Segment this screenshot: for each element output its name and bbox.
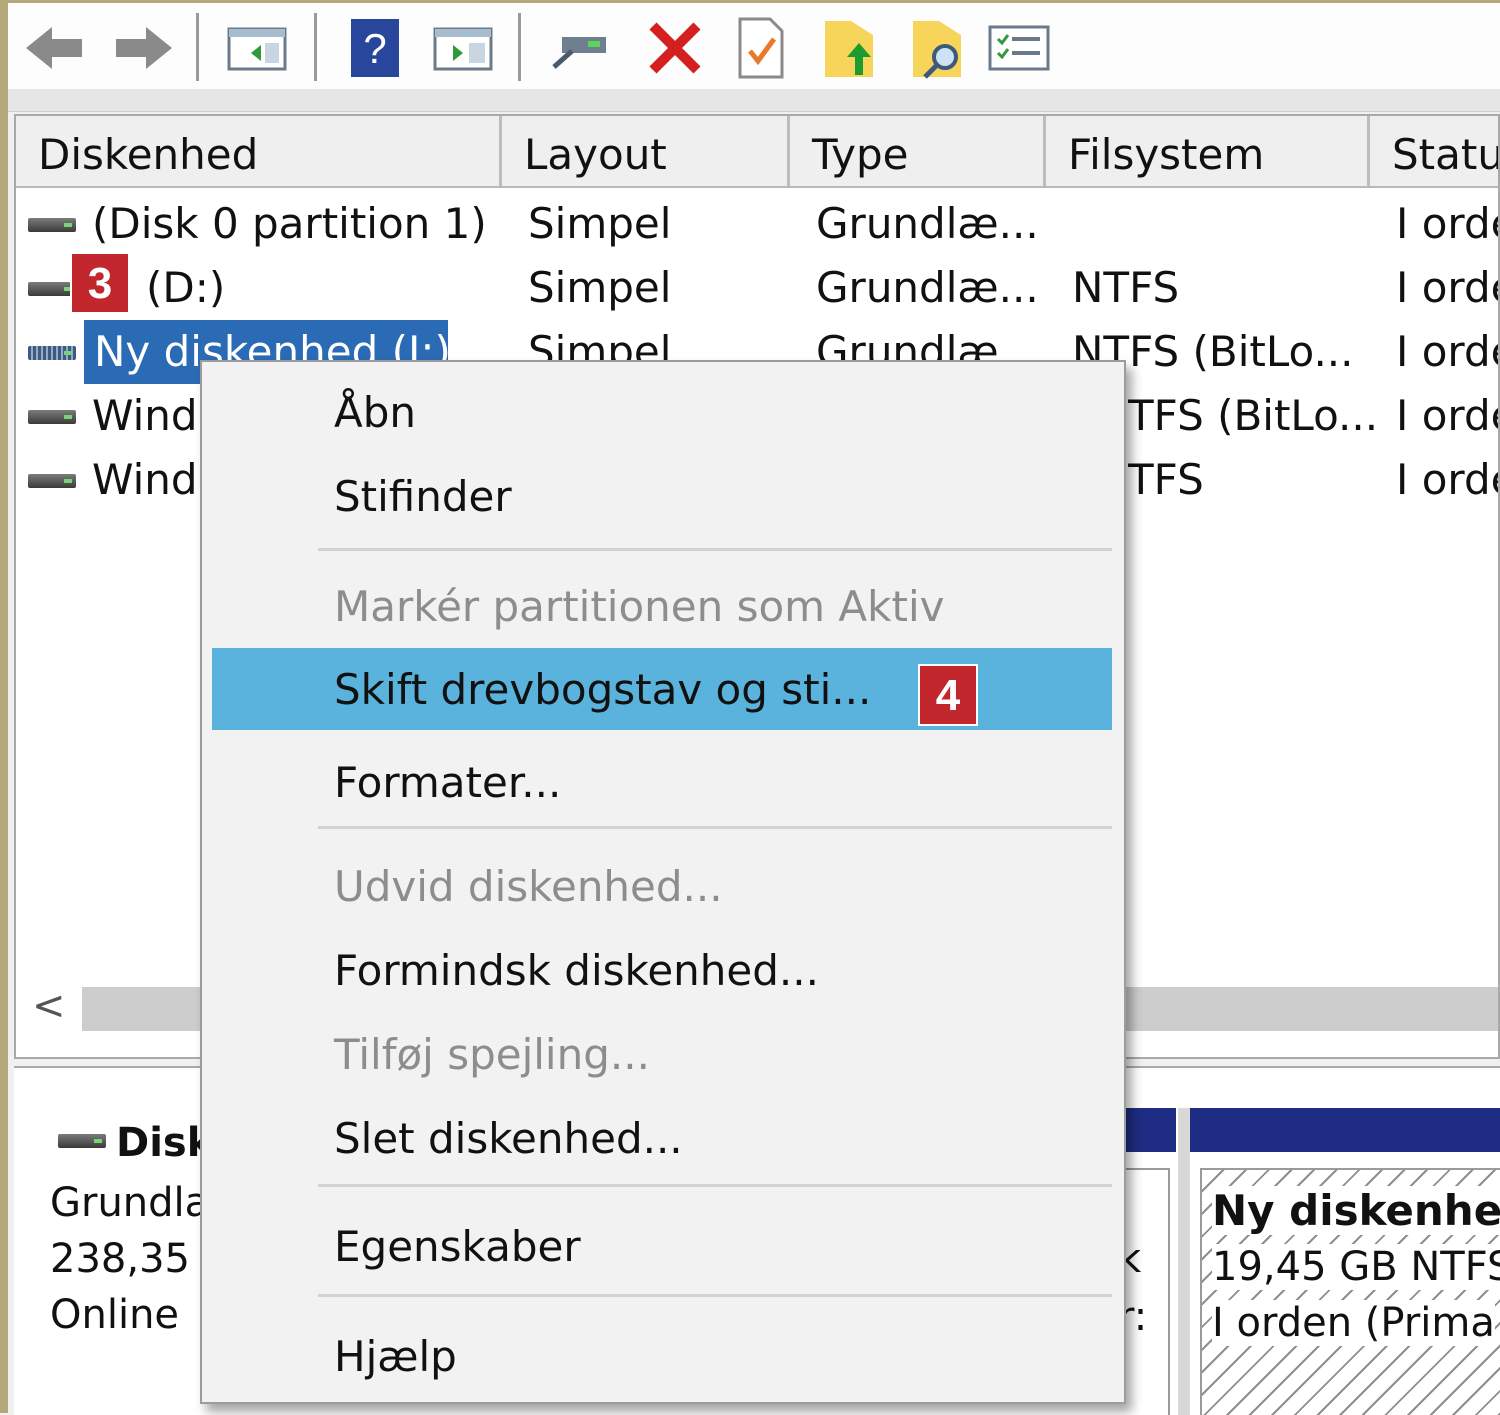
menu-item-properties[interactable]: Egenskaber (212, 1196, 1112, 1278)
disk-type: Grundla (50, 1180, 210, 1226)
disk-drive-icon (28, 410, 76, 424)
column-header-layout[interactable]: Layout (502, 116, 790, 186)
column-header-type[interactable]: Type (790, 116, 1046, 186)
menu-item-stifinder[interactable]: Stifinder (212, 446, 1112, 528)
menu-item-label: Udvid diskenhed... (334, 862, 723, 911)
disk-title: Disk (116, 1120, 214, 1166)
menu-separator (318, 1294, 1112, 1297)
volume-layout: Simpel (528, 263, 672, 312)
menu-item-help[interactable]: Hjælp (212, 1306, 1112, 1388)
menu-separator (318, 826, 1112, 829)
volume-type: Grundlæ... (816, 263, 1039, 312)
volume-bar (1190, 1108, 1500, 1152)
menu-item-label: Formater... (334, 758, 562, 807)
volume-status: I orde (1396, 391, 1498, 440)
menu-separator (318, 1184, 1112, 1187)
menu-item-add-mirror: Tilføj spejling... (212, 1004, 1112, 1086)
menu-item-label: Egenskaber (334, 1222, 581, 1271)
disk-status: Online (50, 1292, 180, 1338)
volume-bar (1124, 1108, 1176, 1152)
menu-item-extend-volume: Udvid diskenhed... (212, 836, 1112, 918)
toolbar-bottom-strip (8, 89, 1500, 112)
step-4-badge: 4 (918, 664, 978, 726)
volume-name: (Disk 0 partition 1) (92, 199, 487, 248)
toolbar-separator (518, 13, 521, 81)
menu-item-aabn[interactable]: Åbn (212, 362, 1112, 444)
menu-item-format[interactable]: Formater... (212, 732, 1112, 814)
menu-item-label: Slet diskenhed... (334, 1114, 683, 1163)
scroll-left-icon[interactable]: < (32, 983, 66, 1029)
volume-filesystem: TFS (BitLo... (1128, 391, 1379, 440)
back-arrow-icon[interactable] (24, 17, 86, 79)
folder-up-icon[interactable] (818, 17, 880, 79)
menu-item-delete-volume[interactable]: Slet diskenhed... (212, 1088, 1112, 1170)
menu-item-label: Formindsk diskenhed... (334, 946, 819, 995)
volume-type: Grundlæ... (816, 199, 1039, 248)
column-header-row: Diskenhed Layout Type Filsystem Statu (16, 116, 1498, 188)
volume-name: (D:) (146, 263, 226, 312)
menu-item-mark-active: Markér partitionen som Aktiv (212, 556, 1112, 638)
volume-name: Wind (92, 391, 198, 440)
connect-drive-icon[interactable] (548, 17, 610, 79)
menu-item-label: Hjælp (334, 1332, 457, 1381)
step-3-badge: 3 (70, 252, 130, 314)
volume-box-ny-diskenhed[interactable]: Ny diskenhed 19,45 GB NTFS I orden (Prim… (1200, 1168, 1500, 1415)
volume-status: I orde (1396, 327, 1498, 376)
volume-status: I orde (1396, 199, 1498, 248)
volume-status: I orde (1396, 455, 1498, 504)
menu-item-label: Stifinder (334, 472, 512, 521)
disk-size: 238,35 ( (50, 1236, 219, 1282)
disk-drive-icon (28, 474, 76, 488)
menu-item-label: Markér partitionen som Aktiv (334, 582, 945, 631)
menu-item-label: Tilføj spejling... (334, 1030, 650, 1079)
context-menu: Åbn Stifinder Markér partitionen som Akt… (200, 360, 1126, 1404)
table-row[interactable]: (Disk 0 partition 1) Simpel Grundlæ... I… (16, 192, 1498, 256)
forward-arrow-icon[interactable] (112, 17, 174, 79)
volume-filesystem: NTFS (1072, 263, 1180, 312)
toolbar-separator (196, 13, 199, 81)
svg-text:?: ? (363, 25, 386, 72)
menu-item-change-drive-letter[interactable]: Skift drevbogstav og sti... 4 (212, 648, 1112, 730)
table-row[interactable]: 3 (D:) Simpel Grundlæ... NTFS I orde (16, 252, 1498, 320)
column-header-filsystem[interactable]: Filsystem (1046, 116, 1370, 186)
volume-box-size: 19,45 GB NTFS (1212, 1244, 1500, 1290)
volume-filesystem: TFS (1128, 455, 1204, 504)
toolbar: ? (8, 3, 1500, 89)
volume-name: Wind (92, 455, 198, 504)
striped-disk-icon (28, 346, 76, 360)
menu-item-label: Åbn (334, 388, 417, 437)
check-disk-icon[interactable] (730, 17, 792, 79)
help-icon[interactable]: ? (344, 17, 406, 79)
show-hide-tree-icon[interactable] (226, 17, 288, 79)
properties-list-icon[interactable] (988, 17, 1050, 79)
volume-divider (1178, 1108, 1190, 1415)
toolbar-separator (314, 13, 317, 81)
delete-icon[interactable] (644, 17, 706, 79)
disk-drive-icon (58, 1134, 106, 1148)
column-header-status[interactable]: Statu (1370, 116, 1498, 186)
menu-item-shrink-volume[interactable]: Formindsk diskenhed... (212, 920, 1112, 1002)
folder-search-icon[interactable] (906, 17, 968, 79)
show-hide-action-pane-icon[interactable] (432, 17, 494, 79)
menu-item-label: Skift drevbogstav og sti... (334, 665, 872, 714)
volume-box-title: Ny diskenhed (1212, 1186, 1500, 1235)
disk-drive-icon (28, 282, 76, 296)
volume-box-status: I orden (Prima (1212, 1300, 1495, 1346)
disk-drive-icon (28, 218, 76, 232)
menu-separator (318, 548, 1112, 551)
column-header-diskenhed[interactable]: Diskenhed (16, 116, 502, 186)
volume-box-partial[interactable]: k r: (1118, 1168, 1170, 1415)
volume-layout: Simpel (528, 199, 672, 248)
volume-status: I orde (1396, 263, 1498, 312)
